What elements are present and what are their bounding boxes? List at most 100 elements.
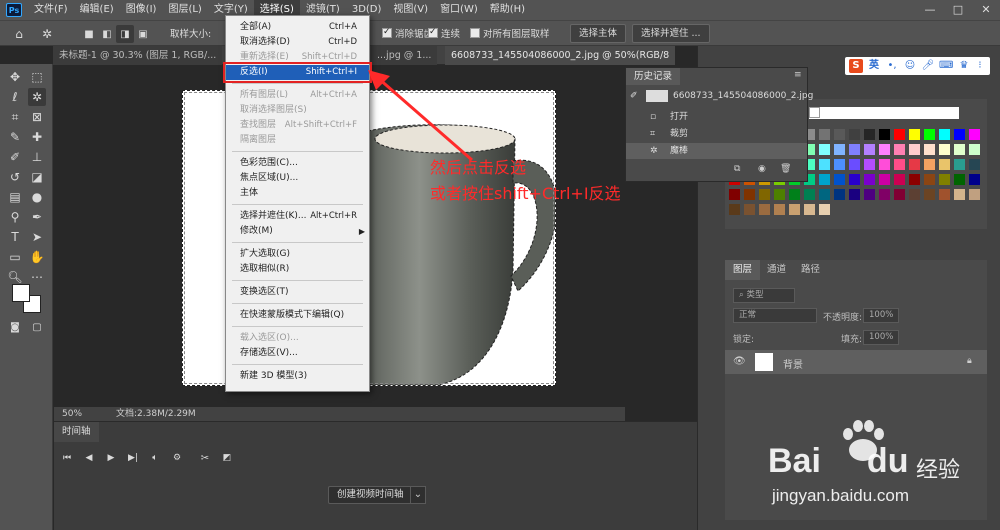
color-swatch[interactable] bbox=[924, 174, 935, 185]
dodge-tool-icon[interactable]: ⚲ bbox=[6, 208, 24, 226]
gradient-tool-icon[interactable]: ▤ bbox=[6, 188, 24, 206]
menu-option[interactable]: 扩大选取(G) bbox=[226, 247, 369, 262]
color-swatch[interactable] bbox=[849, 159, 860, 170]
history-item[interactable]: ▫ 打开 bbox=[626, 109, 807, 125]
magic-wand-preset-icon[interactable]: ✲ bbox=[38, 25, 56, 43]
tab-mug-image[interactable]: 6608733_145504086000_2.jpg @ 50%(RGB/8 bbox=[445, 46, 676, 65]
move-tool-icon[interactable]: ✥ bbox=[6, 68, 24, 86]
color-swatch[interactable] bbox=[729, 189, 740, 200]
blur-tool-icon[interactable]: ● bbox=[28, 188, 46, 206]
color-swatch[interactable] bbox=[924, 189, 935, 200]
layer-filter-select[interactable]: ⌕ 类型 bbox=[733, 288, 795, 303]
sample-all-layers-checkbox[interactable] bbox=[470, 28, 480, 38]
color-swatch[interactable] bbox=[834, 174, 845, 185]
ime-emoji-icon[interactable]: ☺ bbox=[903, 59, 917, 73]
layer-row-background[interactable]: 👁︎ 背景 🔒︎ bbox=[725, 350, 987, 374]
menu-item[interactable]: 图像(I) bbox=[120, 0, 163, 20]
camera-icon[interactable]: ◉ bbox=[758, 164, 766, 174]
color-swatch[interactable] bbox=[939, 159, 950, 170]
color-swatch[interactable] bbox=[864, 159, 875, 170]
add-selection-icon[interactable]: ◧ bbox=[98, 25, 116, 43]
next-frame-icon[interactable]: ▶| bbox=[124, 449, 142, 467]
color-swatch[interactable] bbox=[879, 129, 890, 140]
foreground-color-swatch[interactable] bbox=[12, 284, 30, 302]
color-swatch[interactable] bbox=[939, 144, 950, 155]
menu-item[interactable]: 编辑(E) bbox=[74, 0, 120, 20]
color-swatch[interactable] bbox=[909, 159, 920, 170]
color-swatch[interactable] bbox=[864, 189, 875, 200]
path-select-icon[interactable]: ➤ bbox=[28, 228, 46, 246]
color-swatch[interactable] bbox=[894, 129, 905, 140]
create-video-timeline-button[interactable]: 创建视频时间轴 bbox=[328, 486, 413, 504]
marquee-tool-icon[interactable]: ⬚ bbox=[28, 68, 46, 86]
ime-voice-icon[interactable]: 🎤︎ bbox=[921, 59, 935, 73]
swatch-name-field[interactable] bbox=[809, 107, 959, 119]
magic-wand-tool-icon[interactable]: ✲ bbox=[28, 88, 46, 106]
color-swatch[interactable] bbox=[939, 129, 950, 140]
tab-untitled[interactable]: 未标题-1 @ 30.3% (图层 1, RGB/... bbox=[53, 46, 223, 65]
healing-brush-icon[interactable]: ✚ bbox=[28, 128, 46, 146]
menu-option[interactable]: 主体 bbox=[226, 186, 369, 201]
color-swatch[interactable] bbox=[879, 144, 890, 155]
tab-layers[interactable]: 图层 bbox=[725, 260, 761, 280]
color-swatch[interactable] bbox=[834, 189, 845, 200]
color-swatch[interactable] bbox=[924, 144, 935, 155]
timeline-title[interactable]: 时间轴 bbox=[54, 422, 99, 442]
opacity-input[interactable]: 100% bbox=[863, 308, 899, 323]
cut-icon[interactable]: ✂ bbox=[196, 449, 214, 467]
color-swatch[interactable] bbox=[789, 189, 800, 200]
close-icon[interactable]: ✕ bbox=[972, 0, 1000, 20]
chevron-down-icon[interactable]: ⌄ bbox=[410, 486, 426, 504]
color-swatch[interactable] bbox=[744, 189, 755, 200]
menu-option[interactable]: 在快速蒙版模式下编辑(Q) bbox=[226, 308, 369, 323]
color-swatch[interactable] bbox=[744, 204, 755, 215]
screen-mode-icon[interactable]: ▢ bbox=[28, 318, 46, 336]
eraser-tool-icon[interactable]: ◪ bbox=[28, 168, 46, 186]
color-swatch[interactable] bbox=[849, 129, 860, 140]
stamp-tool-icon[interactable]: ⊥ bbox=[28, 148, 46, 166]
eyedropper-tool-icon[interactable]: ✎ bbox=[6, 128, 24, 146]
menu-option[interactable]: 修改(M) ▶ bbox=[226, 224, 369, 239]
color-swatch[interactable] bbox=[819, 129, 830, 140]
color-swatch[interactable] bbox=[924, 159, 935, 170]
tab-channels[interactable]: 通道 bbox=[759, 260, 794, 280]
ime-menu-icon[interactable]: ⁝ bbox=[973, 59, 987, 73]
color-swatch[interactable] bbox=[879, 189, 890, 200]
subtract-selection-icon[interactable]: ◨ bbox=[116, 25, 134, 43]
tab-second-doc[interactable]: ...jpg @ 1... bbox=[371, 46, 438, 65]
menu-item[interactable]: 帮助(H) bbox=[484, 0, 531, 20]
color-swatch[interactable] bbox=[894, 189, 905, 200]
menu-option[interactable]: 选取相似(R) bbox=[226, 262, 369, 277]
menu-option[interactable]: 全部(A) Ctrl+A bbox=[226, 20, 369, 35]
history-item[interactable]: ⌗ 裁剪 bbox=[626, 126, 807, 142]
new-selection-icon[interactable]: ■ bbox=[80, 25, 98, 43]
eye-icon[interactable]: 👁︎ bbox=[733, 356, 746, 367]
color-swatch[interactable] bbox=[954, 189, 965, 200]
color-swatch[interactable] bbox=[819, 159, 830, 170]
quick-mask-icon[interactable]: ◙ bbox=[6, 318, 24, 336]
color-swatch[interactable] bbox=[849, 144, 860, 155]
color-swatch[interactable] bbox=[894, 174, 905, 185]
color-swatch[interactable] bbox=[819, 204, 830, 215]
color-swatch[interactable] bbox=[819, 144, 830, 155]
color-swatch[interactable] bbox=[759, 189, 770, 200]
rectangle-tool-icon[interactable]: ▭ bbox=[6, 248, 24, 266]
transition-icon[interactable]: ◩ bbox=[218, 449, 236, 467]
new-document-icon[interactable]: ⧉ bbox=[734, 164, 740, 174]
menu-option[interactable]: 反选(I) Shift+Ctrl+I bbox=[223, 62, 372, 83]
color-swatch[interactable] bbox=[849, 174, 860, 185]
color-swatch[interactable] bbox=[864, 174, 875, 185]
select-subject-button[interactable]: 选择主体 bbox=[570, 24, 627, 43]
color-swatch[interactable] bbox=[894, 144, 905, 155]
trash-icon[interactable]: 🗑︎ bbox=[780, 164, 791, 174]
color-swatch[interactable] bbox=[834, 159, 845, 170]
color-swatch[interactable] bbox=[969, 174, 980, 185]
color-swatch[interactable] bbox=[909, 129, 920, 140]
contiguous-checkbox[interactable] bbox=[428, 27, 438, 38]
menu-item[interactable]: 文件(F) bbox=[28, 0, 74, 20]
play-icon[interactable]: ▶ bbox=[102, 449, 120, 467]
ime-skin-icon[interactable]: ♛ bbox=[957, 59, 971, 73]
menu-option[interactable]: 变换选区(T) bbox=[226, 285, 369, 300]
home-icon[interactable]: ⌂ bbox=[10, 25, 28, 43]
color-swatch[interactable] bbox=[894, 159, 905, 170]
